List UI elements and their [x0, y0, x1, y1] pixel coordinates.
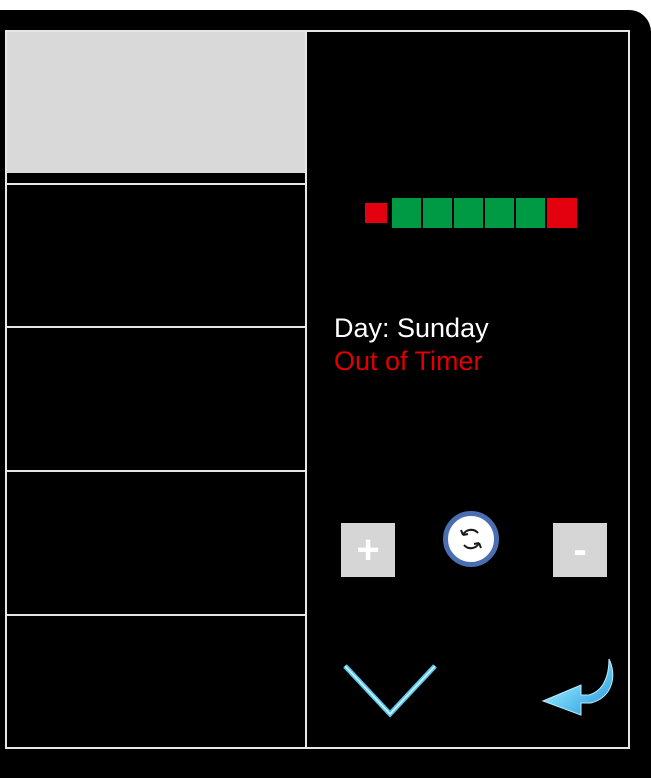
refresh-button[interactable]: [443, 511, 499, 567]
indicator-segment-red-small: [365, 203, 387, 223]
timer-status-text: Out of Timer: [334, 346, 483, 376]
minus-button[interactable]: -: [553, 523, 607, 577]
indicator-segment-red: [547, 198, 577, 228]
day-status-text: Day: Sunday: [334, 313, 489, 343]
screen-frame: [5, 30, 630, 749]
refresh-icon: [460, 528, 482, 550]
indicator-segment-green: [485, 198, 514, 228]
indicator-segment-green: [516, 198, 545, 228]
back-arrow-icon[interactable]: [539, 655, 621, 729]
indicator-segment-green: [423, 198, 452, 228]
indicator-segment-green: [454, 198, 483, 228]
indicator-segment-green: [392, 198, 421, 228]
plus-button[interactable]: +: [341, 523, 395, 577]
chevron-down-icon[interactable]: [341, 660, 439, 722]
